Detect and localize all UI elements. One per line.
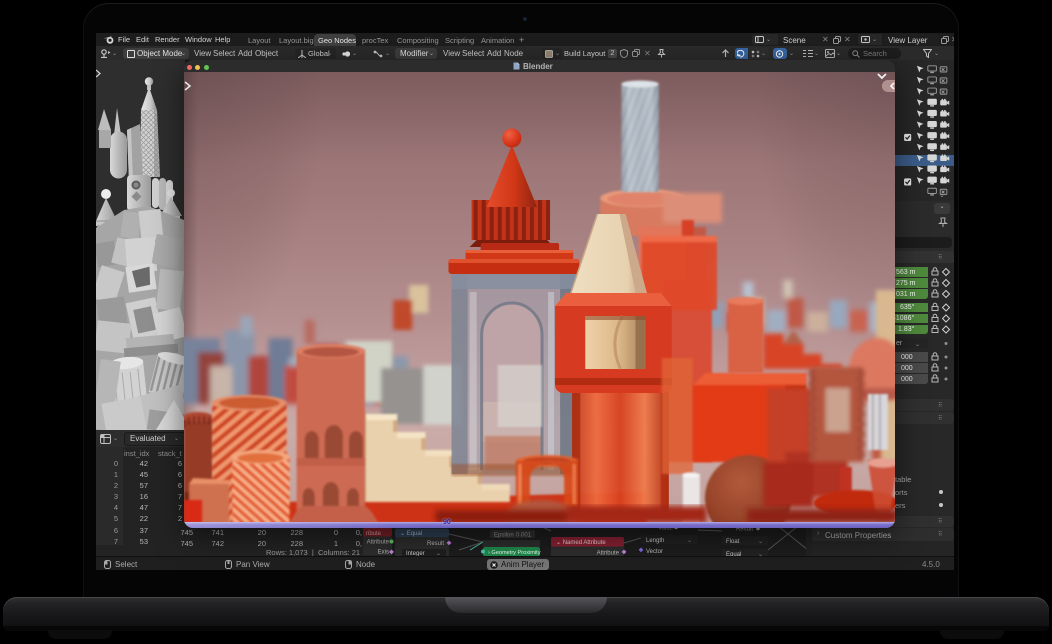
svg-text:Exis: Exis [378,550,389,556]
svg-text:Attribute: Attribute [367,540,390,546]
svg-text:Vector: Vector [646,549,663,555]
svg-text:⌄ Equal: ⌄ Equal [400,531,422,537]
svg-text:⌄: ⌄ [687,538,692,544]
svg-text:⌄: ⌄ [758,539,763,545]
svg-text:Float: Float [726,539,740,545]
svg-text:Length: Length [646,538,664,544]
svg-text:Epsilon: Epsilon [494,533,514,539]
svg-text:Result: Result [427,541,444,547]
svg-text:⌄ Named Attribute: ⌄ Named Attribute [556,540,606,546]
svg-text:ribute: ribute [366,531,382,537]
svg-text:0.001: 0.001 [516,533,532,539]
